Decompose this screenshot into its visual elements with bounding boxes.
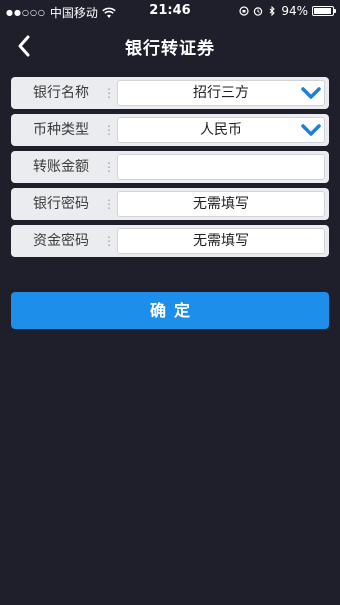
- fund-password-field: 无需填写: [117, 228, 325, 254]
- chevron-down-icon[interactable]: [300, 85, 322, 101]
- separator-icon: ⋮: [103, 234, 115, 248]
- bank-name-select[interactable]: 招行三方: [117, 80, 325, 106]
- bank-name-value: 招行三方: [193, 85, 249, 101]
- bank-name-label: 银行名称: [33, 85, 89, 101]
- rotation-lock-icon: [239, 6, 249, 16]
- amount-label: 转账金额: [33, 159, 89, 175]
- amount-input[interactable]: [118, 155, 324, 179]
- bank-password-label: 银行密码: [33, 196, 89, 212]
- transfer-form: 银行名称 ⋮ 招行三方 币种类型 ⋮ 人民币 转账金额 ⋮ 银行密码 ⋮ 无需填…: [11, 77, 329, 262]
- chevron-down-icon[interactable]: [300, 122, 322, 138]
- confirm-button[interactable]: 确定: [11, 292, 329, 329]
- battery-icon: [312, 6, 336, 16]
- nav-bar: 银行转证券: [0, 22, 340, 70]
- page-title: 银行转证券: [125, 39, 215, 59]
- separator-icon: ⋮: [103, 197, 115, 211]
- bank-password-value: 无需填写: [193, 196, 249, 212]
- bluetooth-icon: [269, 6, 276, 16]
- bank-password-row: 银行密码 ⋮ 无需填写: [11, 188, 329, 220]
- currency-label: 币种类型: [33, 122, 89, 138]
- currency-value: 人民币: [200, 122, 242, 138]
- fund-password-row: 资金密码 ⋮ 无需填写: [11, 225, 329, 257]
- status-bar: ●●○○○ 中国移动 21:46 94%: [0, 0, 340, 22]
- separator-icon: ⋮: [103, 160, 115, 174]
- alarm-icon: [254, 7, 263, 16]
- bank-password-field: 无需填写: [117, 191, 325, 217]
- fund-password-value: 无需填写: [193, 233, 249, 249]
- bank-name-row: 银行名称 ⋮ 招行三方: [11, 77, 329, 109]
- battery-percent: 94%: [281, 4, 308, 18]
- fund-password-label: 资金密码: [33, 233, 89, 249]
- status-right: 94%: [239, 4, 336, 18]
- currency-select[interactable]: 人民币: [117, 117, 325, 143]
- amount-field-wrapper: [117, 154, 325, 180]
- battery-fill: [314, 8, 331, 14]
- separator-icon: ⋮: [103, 86, 115, 100]
- currency-row: 币种类型 ⋮ 人民币: [11, 114, 329, 146]
- amount-row: 转账金额 ⋮: [11, 151, 329, 183]
- separator-icon: ⋮: [103, 123, 115, 137]
